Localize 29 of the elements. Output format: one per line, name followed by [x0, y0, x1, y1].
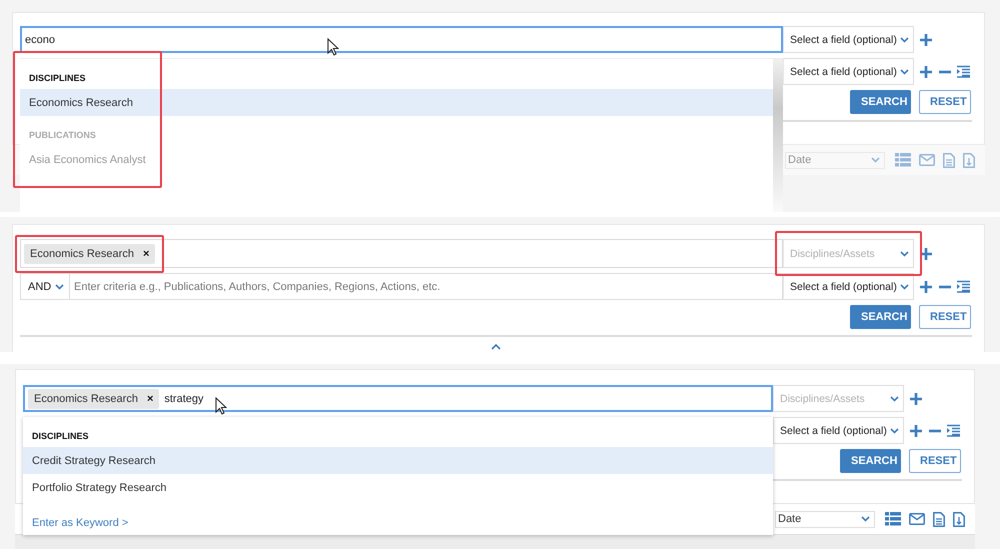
group-heading: PUBLICATIONS: [29, 130, 96, 140]
search-button[interactable]: SEARCH: [850, 305, 911, 329]
query-text: econo: [25, 34, 55, 46]
field-select[interactable]: Select a field (optional): [783, 58, 914, 85]
reset-button[interactable]: RESET: [919, 305, 971, 329]
suggestion-item[interactable]: Economics Research: [20, 89, 773, 116]
suggestion-item[interactable]: Portfolio Strategy Research: [23, 474, 773, 501]
group-heading: DISCIPLINES: [32, 431, 89, 441]
query-text: strategy: [164, 392, 204, 404]
search-field[interactable]: Economics Research ×: [20, 239, 783, 268]
group-heading: DISCIPLINES: [29, 73, 86, 83]
criteria-field[interactable]: Enter criteria e.g., Publications, Authors, Companies, Regions, Actions, etc.: [70, 273, 783, 300]
search-button[interactable]: SEARCH: [840, 449, 901, 473]
suggestion-item[interactable]: Credit Strategy Research: [23, 447, 773, 474]
keyword-link[interactable]: Enter as Keyword >: [32, 517, 128, 529]
field-select[interactable]: Select a field (optional): [783, 26, 914, 53]
tag-label: Economics Research: [30, 248, 134, 260]
search-field[interactable]: econo: [20, 26, 783, 53]
field-select[interactable]: Select a field (optional): [773, 417, 904, 444]
search-button[interactable]: SEARCH: [850, 90, 911, 114]
sort-select[interactable]: Date: [775, 510, 875, 528]
operator-select[interactable]: AND: [20, 273, 70, 300]
remove-button[interactable]: ×: [142, 248, 150, 260]
search-field[interactable]: Economics Research × strategy: [23, 385, 773, 412]
reset-button[interactable]: RESET: [919, 90, 971, 114]
reset-button[interactable]: RESET: [909, 449, 961, 473]
remove-button[interactable]: ×: [146, 392, 154, 404]
field-select[interactable]: Select a field (optional): [783, 273, 914, 300]
tag-label: Economics Research: [34, 392, 138, 404]
